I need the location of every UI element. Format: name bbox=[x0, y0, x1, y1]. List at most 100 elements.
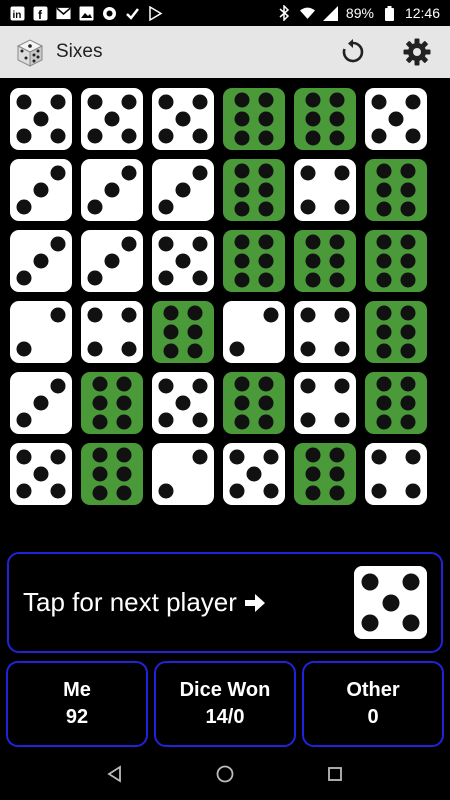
score-title: Me bbox=[63, 679, 91, 701]
die-r3-c2[interactable] bbox=[81, 230, 143, 292]
system-nav-bar bbox=[0, 748, 450, 800]
die-r1-c6[interactable] bbox=[365, 88, 427, 150]
die-pip bbox=[305, 130, 321, 146]
die-r5-c3[interactable] bbox=[152, 372, 214, 434]
die-pip bbox=[192, 236, 208, 252]
die-pip bbox=[163, 343, 179, 359]
die-r1-c2[interactable] bbox=[81, 88, 143, 150]
back-icon[interactable] bbox=[100, 759, 130, 789]
die-pip bbox=[234, 92, 250, 108]
camera-icon bbox=[102, 6, 117, 21]
die-pip bbox=[192, 270, 208, 286]
die-r5-c6[interactable] bbox=[365, 372, 427, 434]
die-r4-c6[interactable] bbox=[365, 301, 427, 363]
die-pip bbox=[400, 182, 416, 198]
die-pip bbox=[400, 324, 416, 340]
die-r3-c6[interactable] bbox=[365, 230, 427, 292]
die-pip bbox=[405, 449, 421, 465]
die-pip bbox=[305, 253, 321, 269]
die-pip bbox=[305, 447, 321, 463]
die-r6-c4[interactable] bbox=[223, 443, 285, 505]
die-pip bbox=[175, 395, 191, 411]
die-pip bbox=[234, 182, 250, 198]
die-pip bbox=[234, 201, 250, 217]
die-pip bbox=[16, 341, 32, 357]
current-roll-die bbox=[354, 566, 427, 639]
die-r6-c1[interactable] bbox=[10, 443, 72, 505]
die-r1-c3[interactable] bbox=[152, 88, 214, 150]
die-pip bbox=[87, 94, 103, 110]
die-r6-c6[interactable] bbox=[365, 443, 427, 505]
arrow-right-icon bbox=[243, 591, 267, 615]
die-pip bbox=[121, 307, 137, 323]
status-bar: in f 89% 12:46 bbox=[0, 0, 450, 26]
die-r3-c3[interactable] bbox=[152, 230, 214, 292]
app-actions bbox=[338, 37, 432, 67]
die-pip bbox=[258, 163, 274, 179]
die-pip bbox=[158, 94, 174, 110]
die-pip bbox=[33, 395, 49, 411]
die-r2-c6[interactable] bbox=[365, 159, 427, 221]
system-status: 89% 12:46 bbox=[277, 5, 440, 21]
die-r1-c4[interactable] bbox=[223, 88, 285, 150]
die-pip bbox=[376, 201, 392, 217]
next-player-button[interactable]: Tap for next player bbox=[7, 552, 443, 653]
die-r4-c1[interactable] bbox=[10, 301, 72, 363]
die-r4-c4[interactable] bbox=[223, 301, 285, 363]
die-pip bbox=[258, 92, 274, 108]
die-r2-c1[interactable] bbox=[10, 159, 72, 221]
die-pip bbox=[305, 92, 321, 108]
die-pip bbox=[234, 395, 250, 411]
die-pip bbox=[158, 270, 174, 286]
die-r3-c4[interactable] bbox=[223, 230, 285, 292]
die-r4-c5[interactable] bbox=[294, 301, 356, 363]
die-pip bbox=[334, 341, 350, 357]
recents-icon[interactable] bbox=[320, 759, 350, 789]
die-r2-c3[interactable] bbox=[152, 159, 214, 221]
die-r5-c1[interactable] bbox=[10, 372, 72, 434]
die-pip bbox=[234, 253, 250, 269]
die-r2-c5[interactable] bbox=[294, 159, 356, 221]
refresh-icon[interactable] bbox=[338, 37, 368, 67]
die-r4-c2[interactable] bbox=[81, 301, 143, 363]
die-r1-c1[interactable] bbox=[10, 88, 72, 150]
die-r6-c2[interactable] bbox=[81, 443, 143, 505]
die-pip bbox=[402, 614, 420, 632]
dice-board bbox=[10, 88, 440, 508]
die-pip bbox=[33, 182, 49, 198]
die-r4-c3[interactable] bbox=[152, 301, 214, 363]
die-pip bbox=[187, 343, 203, 359]
settings-gear-icon[interactable] bbox=[402, 37, 432, 67]
die-r3-c1[interactable] bbox=[10, 230, 72, 292]
die-pip bbox=[33, 111, 49, 127]
die-r5-c4[interactable] bbox=[223, 372, 285, 434]
die-r5-c5[interactable] bbox=[294, 372, 356, 434]
die-pip bbox=[50, 128, 66, 144]
die-r6-c3[interactable] bbox=[152, 443, 214, 505]
die-r3-c5[interactable] bbox=[294, 230, 356, 292]
die-pip bbox=[234, 234, 250, 250]
die-r1-c5[interactable] bbox=[294, 88, 356, 150]
die-pip bbox=[121, 341, 137, 357]
die-r2-c2[interactable] bbox=[81, 159, 143, 221]
die-pip bbox=[163, 305, 179, 321]
die-pip bbox=[121, 236, 137, 252]
facebook-icon: f bbox=[33, 6, 48, 21]
die-pip bbox=[16, 199, 32, 215]
app-bar: Sixes bbox=[0, 26, 450, 78]
die-r6-c5[interactable] bbox=[294, 443, 356, 505]
battery-percent: 89% bbox=[345, 5, 374, 21]
linkedin-icon: in bbox=[10, 6, 25, 21]
die-pip bbox=[400, 234, 416, 250]
die-pip bbox=[234, 163, 250, 179]
die-pip bbox=[258, 182, 274, 198]
die-pip bbox=[400, 253, 416, 269]
die-r5-c2[interactable] bbox=[81, 372, 143, 434]
notification-icons: in f bbox=[10, 5, 163, 21]
die-r2-c4[interactable] bbox=[223, 159, 285, 221]
die-pip bbox=[329, 485, 345, 501]
die-pip bbox=[92, 485, 108, 501]
home-icon[interactable] bbox=[210, 759, 240, 789]
die-pip bbox=[234, 376, 250, 392]
die-pip bbox=[258, 253, 274, 269]
